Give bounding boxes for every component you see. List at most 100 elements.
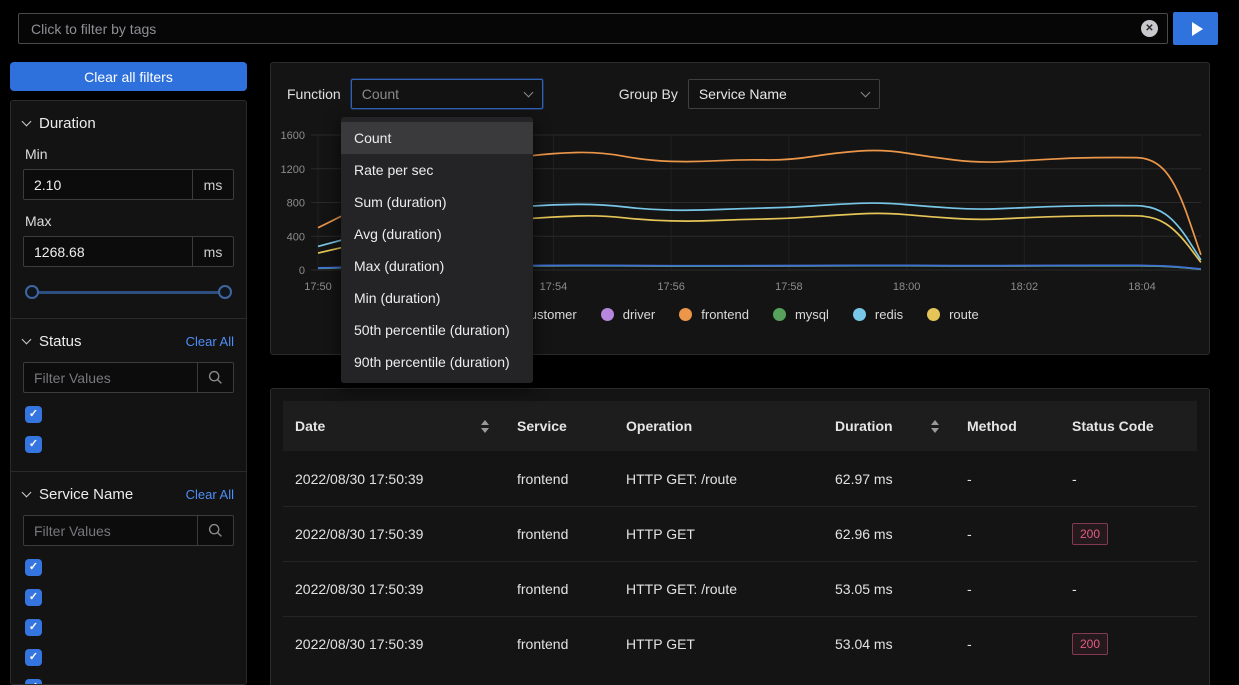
cell-operation: HTTP GET [626, 636, 695, 652]
status-code-badge: 200 [1072, 523, 1109, 545]
group-by-select[interactable]: Service Name [687, 79, 880, 109]
cell-date: 2022/08/30 17:50:39 [295, 581, 424, 597]
chevron-down-icon [523, 87, 534, 97]
tag-filter-field[interactable]: ✕ [18, 13, 1168, 44]
checkbox-checked-icon[interactable]: ✓ [25, 558, 42, 576]
max-duration-input[interactable] [24, 237, 192, 266]
duration-range-slider[interactable] [25, 282, 232, 304]
svg-text:1200: 1200 [281, 164, 305, 176]
legend-dot-icon [852, 308, 866, 321]
legend-item-driver[interactable]: driver [600, 307, 655, 322]
service-search-button[interactable] [197, 516, 233, 545]
function-select[interactable]: Count [350, 79, 543, 109]
checkbox-checked-icon[interactable]: ✓ [25, 588, 42, 606]
duration-section: Duration Min ms Max ms [11, 101, 246, 318]
function-label: Function [287, 86, 341, 102]
service-name-title: Service Name [39, 485, 134, 503]
svg-text:18:00: 18:00 [893, 281, 921, 293]
cell-duration: 62.96 ms [835, 526, 893, 542]
table-row[interactable]: 2022/08/30 17:50:39 frontend HTTP GET 53.04… [283, 616, 1197, 671]
table-row[interactable]: 2022/08/30 17:50:39 frontend HTTP GET 62.96… [283, 506, 1197, 561]
menu-option-avg-duration-[interactable]: Avg (duration) [341, 218, 533, 250]
run-search-button[interactable] [1173, 12, 1218, 45]
tag-filter-input[interactable] [19, 20, 1141, 37]
group-by-label: Group By [618, 86, 678, 102]
chart-controls: Function Count Group By Service Name [287, 79, 880, 109]
legend-dot-icon [927, 308, 941, 321]
cell-status-code: - [1072, 470, 1077, 487]
cell-operation: HTTP GET [626, 526, 695, 542]
legend-item-frontend[interactable]: frontend [679, 307, 749, 322]
sort-icon[interactable] [931, 419, 939, 433]
status-search-button[interactable] [197, 363, 233, 392]
menu-option-rate-per-sec[interactable]: Rate per sec [341, 154, 533, 186]
search-icon [208, 523, 222, 537]
chevron-down-icon[interactable] [21, 116, 32, 127]
checkbox-checked-icon[interactable]: ✓ [25, 435, 42, 453]
cell-service: frontend [517, 581, 569, 597]
service-clear-all-link[interactable]: Clear All [186, 487, 234, 502]
traces-table: Date Service Operation Duration Method Status… [283, 401, 1197, 671]
chevron-down-icon[interactable] [21, 334, 32, 345]
traces-table-panel: Date Service Operation Duration Method Status… [270, 388, 1210, 685]
clear-all-filters-button[interactable]: Clear all filters [10, 62, 247, 91]
checkbox-checked-icon[interactable]: ✓ [25, 405, 42, 423]
cell-service: frontend [517, 636, 569, 652]
table-row[interactable]: 2022/08/30 17:50:39 frontend HTTP GET: /ro… [283, 451, 1197, 506]
table-row[interactable]: 2022/08/30 17:50:39 frontend HTTP GET: /ro… [283, 561, 1197, 616]
search-icon [208, 370, 222, 384]
chevron-down-icon [860, 87, 871, 97]
status-code-badge: 200 [1072, 633, 1109, 655]
clear-input-icon[interactable]: ✕ [1141, 20, 1158, 37]
sort-icon[interactable] [481, 419, 489, 433]
cell-service: frontend [517, 470, 569, 487]
cell-duration: 53.05 ms [835, 581, 893, 597]
service-item-row-route: ✓ [23, 642, 234, 672]
legend-item-mysql[interactable]: mysql [772, 307, 829, 322]
column-header-status-code: Status Code [1056, 418, 1197, 434]
status-section: Status Clear All ✓ ✓ [11, 319, 246, 471]
menu-option-count[interactable]: Count [341, 122, 533, 154]
cell-duration: 62.97 ms [835, 470, 893, 487]
checkbox-checked-icon[interactable]: ✓ [25, 618, 42, 636]
slider-handle-max[interactable] [218, 285, 232, 299]
service-item-row-mysql: ✓ [23, 552, 234, 582]
filters-panel: Duration Min ms Max ms Status [10, 100, 247, 685]
status-item-row-error: ✓ [23, 399, 234, 429]
chevron-down-icon[interactable] [21, 487, 32, 498]
menu-option-50th-percentile-duration-[interactable]: 50th percentile (duration) [341, 314, 533, 346]
legend-dot-icon [772, 308, 786, 321]
checkbox-checked-icon[interactable]: ✓ [25, 648, 42, 666]
play-icon [1191, 21, 1203, 36]
max-label: Max [25, 213, 52, 229]
menu-option-max-duration-[interactable]: Max (duration) [341, 250, 533, 282]
cell-operation: HTTP GET: /route [626, 581, 737, 597]
status-filter-input[interactable] [24, 363, 197, 392]
legend-item-redis[interactable]: redis [852, 307, 903, 322]
legend-dot-icon [600, 308, 614, 321]
cell-status-code: 200 [1056, 633, 1197, 655]
svg-text:17:58: 17:58 [775, 281, 803, 293]
status-title: Status [39, 332, 82, 350]
column-header-duration[interactable]: Duration [819, 418, 951, 434]
cell-method: - [967, 636, 972, 652]
min-unit-label: ms [192, 170, 233, 199]
menu-option-90th-percentile-duration-[interactable]: 90th percentile (duration) [341, 346, 533, 378]
svg-text:18:04: 18:04 [1128, 281, 1156, 293]
menu-option-sum-duration-[interactable]: Sum (duration) [341, 186, 533, 218]
service-filter-field [23, 515, 234, 546]
slider-handle-min[interactable] [25, 285, 39, 299]
svg-text:17:50: 17:50 [304, 281, 332, 293]
service-filter-input[interactable] [24, 516, 197, 545]
checkbox-checked-icon[interactable]: ✓ [25, 678, 42, 684]
svg-text:400: 400 [287, 231, 305, 243]
legend-item-route[interactable]: route [927, 307, 979, 322]
status-clear-all-link[interactable]: Clear All [186, 334, 234, 349]
cell-date: 2022/08/30 17:50:39 [295, 470, 424, 487]
min-label: Min [25, 146, 48, 162]
column-header-date[interactable]: Date [283, 418, 501, 434]
service-name-section: Service Name Clear All ✓ ✓ ✓ ✓ ✓ [11, 472, 246, 684]
menu-option-min-duration-[interactable]: Min (duration) [341, 282, 533, 314]
cell-date: 2022/08/30 17:50:39 [295, 636, 424, 652]
min-duration-input[interactable] [24, 170, 192, 199]
